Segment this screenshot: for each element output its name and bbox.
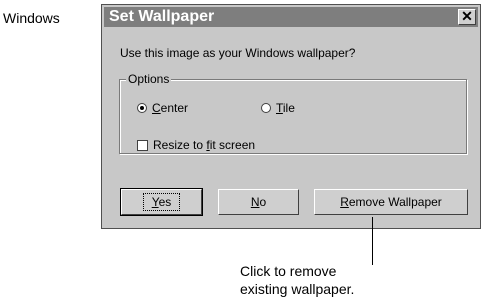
options-group-label: Options: [126, 72, 172, 86]
remove-label-rest: emove Wallpaper: [348, 195, 442, 209]
close-icon: ✕: [461, 8, 473, 24]
title-bar[interactable]: Set Wallpaper ✕: [104, 7, 478, 27]
callout-text: Click to remove existing wallpaper.: [240, 262, 354, 298]
radio-center-mnemonic: C: [152, 101, 161, 115]
resize-checkbox-label: Resize to fit screen: [153, 138, 255, 152]
callout-line: [372, 217, 373, 265]
radio-selected-icon: [137, 103, 147, 113]
radio-tile[interactable]: Tile: [261, 101, 295, 115]
dialog-title: Set Wallpaper: [109, 8, 215, 25]
resize-label-rest: it screen: [209, 138, 256, 152]
yes-button-label: Yes: [142, 193, 181, 211]
no-button-label: No: [251, 195, 266, 209]
remove-button-label: Remove Wallpaper: [340, 195, 442, 209]
radio-center[interactable]: Center: [137, 101, 188, 115]
no-button[interactable]: No: [218, 189, 299, 215]
side-caption: Windows: [3, 10, 60, 26]
radio-center-label-rest: enter: [160, 101, 189, 115]
yes-label-rest: es: [158, 195, 172, 209]
resize-checkbox[interactable]: Resize to fit screen: [137, 138, 255, 152]
no-label-rest: o: [259, 195, 267, 209]
radio-tile-label: Tile: [276, 101, 295, 115]
radio-tile-label-rest: ile: [282, 101, 295, 115]
set-wallpaper-dialog: Set Wallpaper ✕ Use this image as your W…: [101, 4, 481, 229]
resize-label-pre: Resize to: [153, 138, 207, 152]
callout-line-1: Click to remove: [240, 263, 337, 279]
radio-unselected-icon: [261, 103, 271, 113]
callout-line-2: existing wallpaper.: [240, 281, 355, 297]
checkbox-unchecked-icon: [137, 139, 148, 151]
yes-mnemonic: Y: [151, 195, 159, 209]
remove-wallpaper-button[interactable]: Remove Wallpaper: [314, 189, 468, 215]
radio-tile-mnemonic: T: [276, 101, 283, 115]
radio-center-label: Center: [152, 101, 188, 115]
yes-button[interactable]: Yes: [120, 188, 203, 216]
prompt-text: Use this image as your Windows wallpaper…: [120, 46, 356, 60]
remove-mnemonic: R: [340, 195, 349, 209]
close-button[interactable]: ✕: [458, 9, 476, 25]
